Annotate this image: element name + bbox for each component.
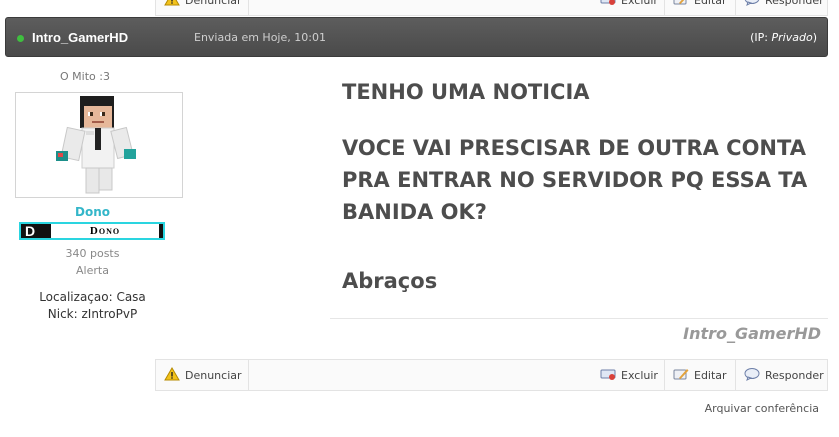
- report-button[interactable]: Denunciar: [156, 360, 249, 390]
- post-line-3: Abraços: [342, 269, 438, 293]
- delete-label: Excluir: [621, 0, 658, 7]
- reply-label: Responder: [765, 0, 824, 7]
- post-actions: Denunciar Excluir Editar Responder: [155, 359, 828, 391]
- report-label: Denunciar: [185, 0, 242, 7]
- reply-button-previous[interactable]: Responder: [735, 0, 827, 15]
- warning-icon: [164, 366, 185, 384]
- delete-button[interactable]: Excluir: [592, 360, 664, 390]
- ip-prefix: (IP:: [750, 31, 772, 44]
- edit-label: Editar: [694, 0, 727, 7]
- signature-divider: [330, 318, 828, 319]
- delete-icon: [600, 0, 621, 9]
- post-line-2: VOCE VAI PRESCISAR DE OUTRA CONTA PRA EN…: [342, 136, 808, 224]
- archive-conversation-link[interactable]: Arquivar conferência: [705, 402, 819, 415]
- delete-label: Excluir: [621, 368, 658, 382]
- rank-name: Dono: [75, 205, 110, 219]
- delete-button-previous[interactable]: Excluir: [592, 0, 664, 15]
- rank-badge-text: Dono: [51, 224, 159, 238]
- report-label: Denunciar: [185, 368, 242, 382]
- rank-badge: D Dono: [19, 222, 165, 240]
- edit-button[interactable]: Editar: [664, 360, 735, 390]
- ip-suffix: ): [812, 31, 817, 44]
- minecraft-skin-avatar-icon: [56, 96, 136, 194]
- reply-icon: [744, 0, 765, 9]
- reply-label: Responder: [765, 368, 824, 382]
- report-button-previous[interactable]: Denunciar: [156, 0, 249, 15]
- online-status-icon: [17, 35, 24, 42]
- author-name-link[interactable]: Intro_GamerHD: [32, 30, 128, 45]
- reply-button[interactable]: Responder: [735, 360, 827, 390]
- avatar[interactable]: [15, 92, 183, 198]
- edit-icon: [673, 0, 694, 9]
- warning-icon: [164, 0, 185, 9]
- post-line-1: TENHO UMA NOTICIA: [342, 80, 590, 104]
- ip-value: Privado: [771, 31, 813, 44]
- post-date: Enviada em Hoje, 10:01: [194, 31, 326, 44]
- ip-info: (IP: Privado): [750, 31, 817, 44]
- edit-label: Editar: [694, 368, 727, 382]
- rank-badge-letter: D: [25, 223, 36, 239]
- delete-icon: [600, 367, 621, 384]
- user-location: Localizaçao: Casa: [39, 290, 146, 304]
- posts-count: 340 posts: [65, 247, 120, 260]
- post-header: Intro_GamerHD Enviada em Hoje, 10:01 (IP…: [5, 17, 828, 57]
- edit-icon: [673, 367, 694, 384]
- reply-icon: [744, 367, 765, 384]
- signature: Intro_GamerHD: [683, 324, 821, 343]
- edit-button-previous[interactable]: Editar: [664, 0, 735, 15]
- previous-post-actions: Denunciar Excluir Editar Responder: [155, 0, 828, 16]
- user-status: Alerta: [76, 264, 109, 277]
- user-title: O Mito :3: [60, 70, 110, 83]
- user-nick: Nick: zIntroPvP: [47, 307, 138, 321]
